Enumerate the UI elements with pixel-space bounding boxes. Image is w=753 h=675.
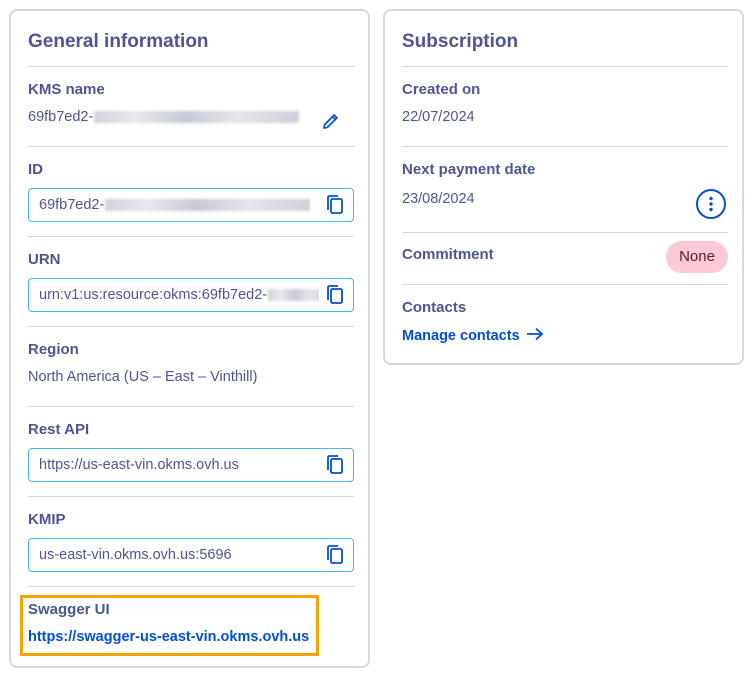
more-actions-button[interactable]: [696, 189, 726, 219]
divider: [28, 406, 354, 407]
divider: [28, 326, 354, 327]
divider: [402, 284, 728, 285]
divider: [28, 586, 354, 587]
kms-name-label: KMS name: [28, 81, 105, 98]
arrow-right-icon: [526, 327, 544, 341]
copy-kmip-button[interactable]: [325, 544, 347, 566]
id-label: ID: [28, 161, 43, 178]
urn-text: urn:v1:us:resource:okms:69fb7ed2-: [39, 287, 268, 303]
redacted-text: [94, 111, 300, 124]
general-information-title: General information: [28, 31, 209, 52]
edit-kms-name-button[interactable]: [321, 111, 341, 131]
kebab-menu-icon: [709, 196, 713, 212]
commitment-status-badge: None: [666, 241, 728, 273]
copy-rest-api-button[interactable]: [325, 454, 347, 476]
manage-contacts-text: Manage contacts: [402, 328, 520, 344]
region-value: North America (US – East – Vinthill): [28, 369, 258, 385]
divider: [28, 236, 354, 237]
next-payment-date-value: 23/08/2024: [402, 191, 475, 207]
kmip-label: KMIP: [28, 511, 66, 528]
id-field[interactable]: 69fb7ed2-: [28, 188, 354, 222]
rest-api-field[interactable]: https://us-east-vin.okms.ovh.us: [28, 448, 354, 482]
copy-id-button[interactable]: [325, 194, 347, 216]
contacts-label: Contacts: [402, 299, 467, 316]
id-value: 69fb7ed2-: [39, 197, 311, 213]
kmip-field[interactable]: us-east-vin.okms.ovh.us:5696: [28, 538, 354, 572]
rest-api-value: https://us-east-vin.okms.ovh.us: [39, 457, 239, 473]
kms-name-text: 69fb7ed2-: [28, 109, 94, 125]
divider: [28, 496, 354, 497]
pencil-icon: [323, 114, 338, 129]
copy-icon: [327, 545, 343, 564]
divider: [28, 66, 354, 67]
urn-value: urn:v1:us:resource:okms:69fb7ed2-: [39, 287, 319, 303]
subscription-card: Subscription Created on 22/07/2024 Next …: [383, 9, 744, 365]
kms-name-value: 69fb7ed2-: [28, 109, 300, 125]
commitment-label: Commitment: [402, 246, 494, 263]
swagger-ui-link[interactable]: https://swagger-us-east-vin.okms.ovh.us: [28, 629, 309, 645]
divider: [28, 146, 354, 147]
rest-api-label: Rest API: [28, 421, 90, 438]
manage-contacts-link[interactable]: Manage contacts: [402, 327, 544, 344]
next-payment-date-label: Next payment date: [402, 161, 536, 178]
copy-icon: [327, 195, 343, 214]
divider: [402, 66, 728, 67]
copy-urn-button[interactable]: [325, 284, 347, 306]
copy-icon: [327, 455, 343, 474]
redacted-text: [268, 289, 319, 302]
created-on-value: 22/07/2024: [402, 109, 475, 125]
created-on-label: Created on: [402, 81, 481, 98]
divider: [402, 232, 728, 233]
general-information-card: General information KMS name 69fb7ed2- I…: [9, 9, 370, 668]
swagger-ui-label: Swagger UI: [28, 601, 110, 618]
redacted-text: [105, 199, 311, 212]
copy-icon: [327, 285, 343, 304]
urn-label: URN: [28, 251, 61, 268]
kmip-value: us-east-vin.okms.ovh.us:5696: [39, 547, 232, 563]
urn-field[interactable]: urn:v1:us:resource:okms:69fb7ed2-: [28, 278, 354, 312]
divider: [402, 146, 728, 147]
region-label: Region: [28, 341, 79, 358]
id-text: 69fb7ed2-: [39, 197, 105, 213]
subscription-title: Subscription: [402, 31, 519, 52]
